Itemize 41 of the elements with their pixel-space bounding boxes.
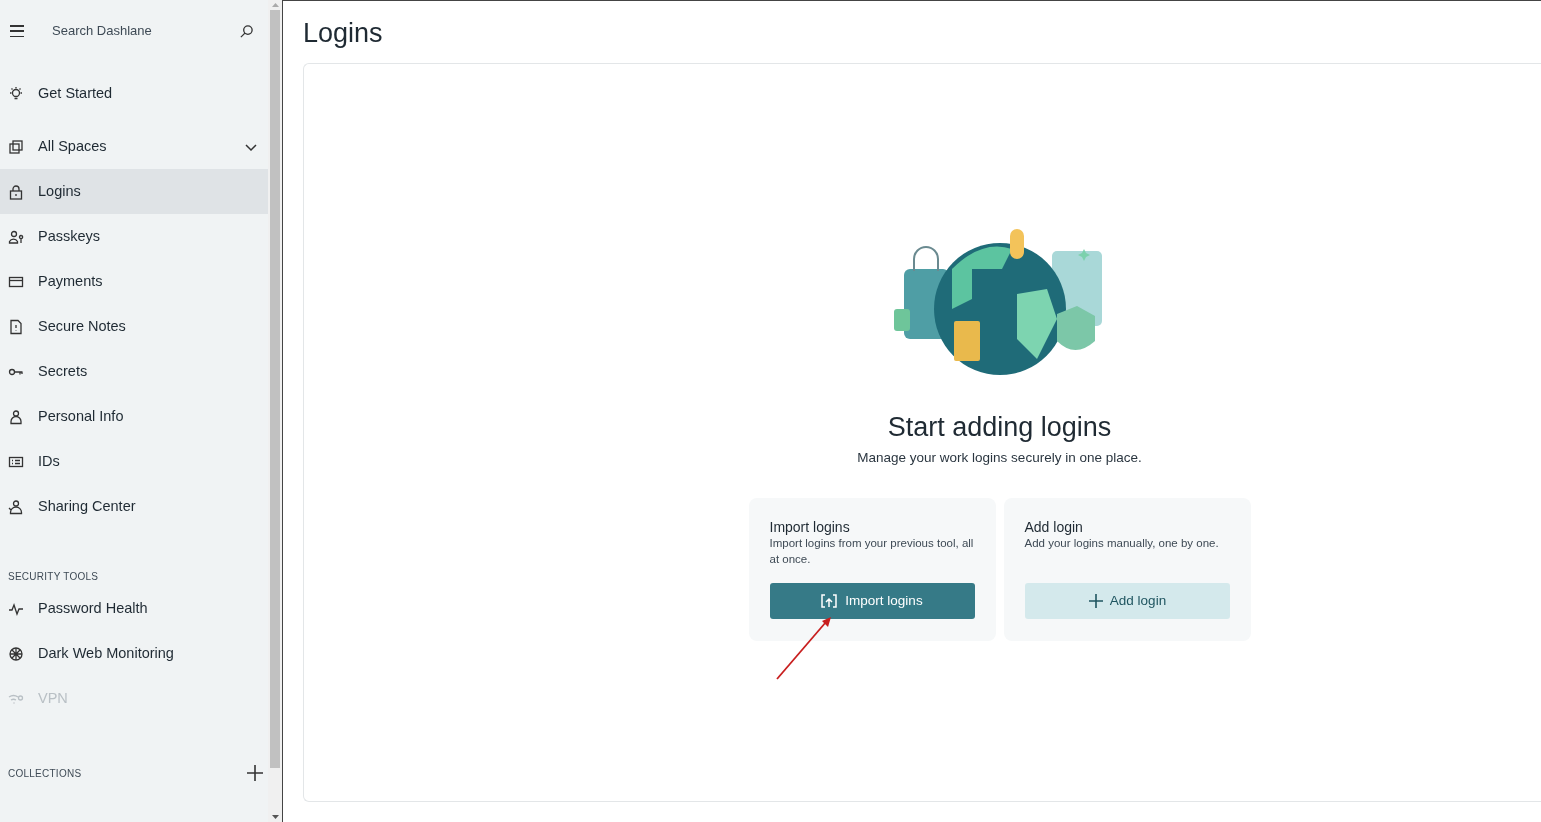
stacked-squares-icon	[8, 138, 24, 155]
people-icon	[8, 498, 24, 515]
card-title: Add login	[1024, 519, 1084, 536]
sidebar-item[interactable]: Sharing Center	[0, 484, 268, 529]
sidebar-item[interactable]: Password Health	[0, 586, 268, 631]
sidebar-item[interactable]: Dark Web Monitoring	[0, 631, 268, 676]
search-icon[interactable]	[239, 23, 254, 39]
plus-icon	[1087, 593, 1104, 610]
person-key-icon	[8, 228, 24, 245]
sidebar-item[interactable]: IDs	[0, 439, 268, 484]
sidebar-item[interactable]: Get Started	[0, 71, 268, 116]
lightbulb-icon	[8, 85, 24, 102]
import-logins-button[interactable]: Import logins	[769, 583, 975, 620]
card-description: Import logins from your previous tool, all at once.	[769, 536, 975, 568]
sidebar-item[interactable]: Logins	[0, 169, 268, 214]
annotation-arrow	[776, 616, 832, 680]
scroll-down-icon[interactable]	[271, 815, 279, 819]
sidebar-item[interactable]: Secrets	[0, 349, 268, 394]
scrollbar-thumb[interactable]	[270, 10, 280, 768]
section-heading: COLLECTIONS	[8, 766, 82, 781]
search-field[interactable]: Search Dashlane	[52, 21, 239, 41]
section-heading: SECURITY TOOLS	[7, 570, 99, 584]
sidebar-item[interactable]: Passkeys	[0, 214, 268, 259]
upload-icon	[821, 594, 838, 609]
menu-icon[interactable]	[10, 25, 24, 37]
web-icon	[8, 645, 24, 662]
sidebar-item[interactable]: Personal Info	[0, 394, 268, 439]
person-icon	[8, 408, 24, 425]
sidebar-item[interactable]: All Spaces	[0, 124, 268, 169]
add-collection-icon[interactable]	[246, 764, 264, 782]
document-icon	[8, 318, 24, 335]
card-title: Import logins	[769, 519, 851, 536]
sidebar-item[interactable]: Payments	[0, 259, 268, 304]
page-title: Logins	[303, 17, 384, 50]
empty-state-title: Start adding logins	[887, 411, 1112, 444]
lock-icon	[8, 183, 24, 200]
add-login-button[interactable]: Add login	[1024, 583, 1230, 620]
scrollbar[interactable]	[268, 0, 282, 822]
sidebar-item[interactable]: Secure Notes	[0, 304, 268, 349]
empty-state-subtitle: Manage your work logins securely in one place.	[857, 449, 1142, 467]
card-description: Add your logins manually, one by one.	[1024, 536, 1220, 552]
